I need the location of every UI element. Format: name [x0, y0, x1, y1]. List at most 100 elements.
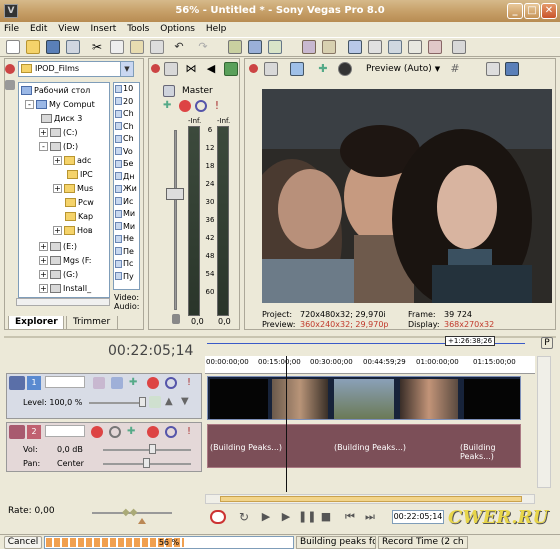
tree-item[interactable]: + Install_ [39, 282, 91, 296]
level-keyframe-icon[interactable] [149, 396, 161, 408]
fx-icon[interactable]: ✚ [163, 100, 175, 112]
explorer-close-icon[interactable] [5, 64, 15, 74]
marker-toggle-icon[interactable]: P [541, 337, 553, 349]
track-name-field[interactable] [45, 376, 85, 388]
file-item[interactable]: Ch [114, 133, 139, 146]
normal-edit-tool-icon[interactable] [348, 40, 362, 54]
loop-playback-icon[interactable]: ↻ [236, 510, 252, 524]
transport-timecode[interactable]: 00:22:05;14 [392, 510, 444, 524]
open-icon[interactable] [26, 40, 40, 54]
preview-quality-dropdown[interactable]: Preview (Auto) ▼ [366, 64, 440, 74]
go-to-start-icon[interactable]: ⏮ [342, 510, 358, 524]
menu-tools[interactable]: Tools [123, 22, 153, 37]
autoripple-icon[interactable] [268, 40, 282, 54]
file-item[interactable]: Дн [114, 171, 139, 184]
video-fx-icon[interactable]: ✚ [316, 62, 330, 76]
file-item[interactable]: Ch [114, 108, 139, 121]
file-item[interactable]: Ми [114, 208, 139, 221]
maximize-button[interactable]: □ [524, 3, 540, 19]
track-minimize-icon[interactable] [9, 376, 25, 390]
tree-item[interactable]: + (G:) [39, 268, 78, 282]
track-fx-icon[interactable]: ✚ [127, 426, 139, 438]
track-motion-icon[interactable] [93, 377, 105, 389]
crossfade-icon[interactable] [322, 40, 336, 54]
preview-close-icon[interactable] [249, 64, 258, 73]
split-screen-icon[interactable] [338, 62, 352, 76]
fx-bypass-icon[interactable] [179, 100, 191, 112]
play-icon[interactable]: ▶ [278, 510, 294, 524]
master-fader-thumb[interactable] [166, 188, 184, 200]
file-item[interactable]: Ми [114, 221, 139, 234]
menu-edit[interactable]: Edit [26, 22, 51, 37]
track-minimize-icon[interactable] [9, 425, 25, 439]
video-track-header[interactable]: 1 ✚ ! Level: 100,0 % ▲ ▼ [6, 373, 202, 419]
file-item[interactable]: Жи [114, 183, 139, 196]
zoom-tool-icon[interactable] [408, 40, 422, 54]
arm-record-icon[interactable] [91, 426, 103, 438]
solo-icon[interactable]: ! [211, 100, 223, 112]
tree-item[interactable]: + (C:) [39, 126, 78, 140]
file-item[interactable]: Пе [114, 246, 139, 259]
audio-track-header[interactable]: 2 ✚ ! Vol: 0,0 dB Pan: Center [6, 422, 202, 472]
insert-bus-icon[interactable] [224, 62, 238, 76]
master-mute-icon[interactable] [163, 85, 175, 97]
tree-item[interactable]: + Mus [53, 182, 93, 196]
explorer-file-list[interactable]: 10 20 Ch Ch Ch Vo Бе Дн Жи Ис Ми Ми Не П… [113, 82, 140, 290]
play-from-start-icon[interactable]: ▶ [258, 510, 274, 524]
timeline-ruler[interactable]: 00:00:00;00 00:15:00;00 00:30:00;00 00:4… [205, 356, 535, 374]
mixer-close-icon[interactable] [151, 64, 160, 73]
move-up-icon[interactable]: ▲ [165, 396, 177, 408]
chevron-down-icon[interactable]: ▼ [120, 62, 133, 76]
vol-slider[interactable] [103, 449, 191, 451]
video-level-thumb[interactable] [139, 397, 146, 407]
copy-icon[interactable] [110, 40, 124, 54]
track-solo-icon[interactable]: ! [183, 377, 195, 389]
video-level-slider[interactable] [89, 402, 145, 404]
menu-file[interactable]: File [0, 22, 23, 37]
selection-tool-icon[interactable] [388, 40, 402, 54]
external-monitor-icon[interactable] [290, 62, 304, 76]
tree-item[interactable]: Диск 3 [41, 112, 82, 126]
save-snapshot-icon[interactable] [505, 62, 519, 76]
cancel-button[interactable]: Cancel [4, 536, 42, 549]
composite-mode-icon[interactable] [111, 377, 123, 389]
lock-envelopes-icon[interactable] [302, 40, 316, 54]
properties-icon[interactable] [66, 40, 80, 54]
overlays-icon[interactable]: # [448, 62, 462, 76]
horizontal-scrollbar[interactable] [205, 494, 535, 504]
undo-icon[interactable]: ↶ [172, 40, 186, 54]
paste-icon[interactable] [130, 40, 144, 54]
tree-item[interactable]: + adc [53, 154, 91, 168]
menu-insert[interactable]: Insert [86, 22, 120, 37]
menu-view[interactable]: View [54, 22, 83, 37]
file-item[interactable]: Пу [114, 271, 139, 284]
snap-icon[interactable] [248, 40, 262, 54]
explorer-pin-icon[interactable] [5, 80, 15, 90]
dim-output-icon[interactable]: ◀ [204, 62, 218, 76]
file-item[interactable]: 10 [114, 83, 139, 96]
go-to-end-icon[interactable]: ⏭ [362, 510, 378, 524]
tree-item[interactable]: + (E:) [39, 240, 77, 254]
tab-trimmer[interactable]: Trimmer [66, 316, 118, 330]
tree-scrollbar[interactable] [16, 298, 110, 306]
preview-properties-icon[interactable] [264, 62, 278, 76]
new-icon[interactable] [6, 40, 20, 54]
delete-icon[interactable] [150, 40, 164, 54]
copy-snapshot-icon[interactable] [486, 62, 500, 76]
file-item[interactable]: Ch [114, 121, 139, 134]
explorer-location-combo[interactable]: IPOD_Films ▼ [18, 61, 134, 77]
whats-this-icon[interactable] [452, 40, 466, 54]
render-icon[interactable] [228, 40, 242, 54]
playhead-cursor[interactable] [286, 356, 287, 492]
downmix-icon[interactable]: ⋈ [184, 62, 198, 76]
mute-icon[interactable] [195, 100, 207, 112]
track-solo-icon[interactable]: ! [183, 426, 195, 438]
tree-item[interactable]: + Mgs (F: [39, 254, 92, 268]
file-item[interactable]: Ис [114, 196, 139, 209]
envelope-tool-icon[interactable] [368, 40, 382, 54]
file-item[interactable]: Пс [114, 258, 139, 271]
menu-help[interactable]: Help [202, 22, 231, 37]
ripple-tool-icon[interactable] [428, 40, 442, 54]
tree-item[interactable]: Kap [65, 210, 93, 224]
pause-icon[interactable]: ❚❚ [298, 510, 316, 524]
